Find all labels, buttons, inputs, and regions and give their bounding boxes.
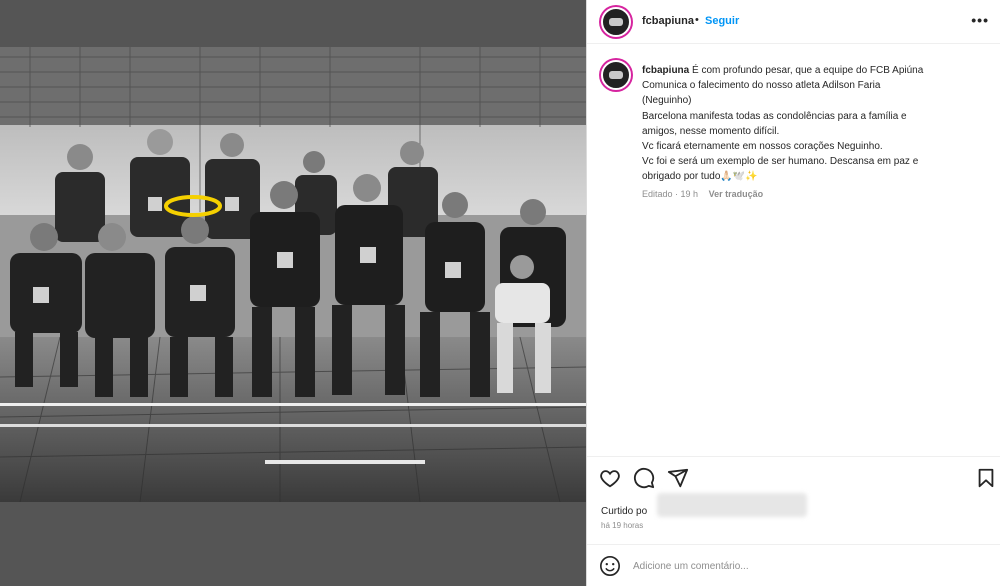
post-username[interactable]: fcbapiuna bbox=[642, 15, 694, 27]
bookmark-icon[interactable] bbox=[975, 467, 997, 489]
caption-line: fcbapiuna É com profundo pesar, que a eq… bbox=[642, 65, 924, 76]
separator-dot: • bbox=[695, 14, 699, 26]
caption-line: (Neguinho) bbox=[642, 95, 692, 107]
post-timestamp[interactable]: há 19 horas bbox=[601, 521, 643, 530]
avatar[interactable] bbox=[601, 7, 631, 37]
caption-age[interactable]: 19 h bbox=[681, 189, 699, 199]
caption-meta: Editado · 19 h Ver tradução bbox=[642, 189, 764, 199]
more-options-icon[interactable]: ••• bbox=[971, 12, 989, 28]
caption-text: fcbapiuna É com profundo pesar, que a eq… bbox=[642, 63, 987, 185]
edited-label: Editado bbox=[642, 189, 673, 199]
liked-by-blurred bbox=[657, 493, 807, 517]
caption-line: Vc ficará eternamente em nossos corações… bbox=[642, 141, 883, 153]
team-photo[interactable] bbox=[0, 47, 586, 502]
share-icon[interactable] bbox=[667, 467, 689, 489]
liked-by-text[interactable]: Curtido po bbox=[601, 506, 647, 517]
action-bar: Curtido po há 19 horas bbox=[587, 456, 1000, 544]
caption-area: fcbapiuna É com profundo pesar, que a eq… bbox=[587, 52, 1000, 452]
see-translation-link[interactable]: Ver tradução bbox=[709, 189, 764, 199]
caption-line: amigos, nesse momento difícil. bbox=[642, 125, 780, 137]
heart-icon[interactable] bbox=[599, 467, 621, 489]
follow-button[interactable]: Seguir bbox=[705, 15, 739, 27]
caption-avatar[interactable] bbox=[601, 60, 631, 90]
caption-line: obrigado por tudo🙏🏻🕊️✨ bbox=[642, 171, 758, 183]
comment-input[interactable] bbox=[633, 555, 933, 577]
caption-username[interactable]: fcbapiuna bbox=[642, 65, 689, 76]
comment-icon[interactable] bbox=[633, 467, 655, 489]
emoji-icon[interactable] bbox=[599, 555, 621, 577]
comment-bar bbox=[587, 544, 1000, 586]
caption-line: Barcelona manifesta todas as condolência… bbox=[642, 110, 907, 122]
post-media[interactable] bbox=[0, 0, 586, 586]
caption-line: Comunica o falecimento do nosso atleta A… bbox=[642, 80, 881, 92]
team-photo-image bbox=[0, 47, 586, 502]
post-header: fcbapiuna • Seguir ••• bbox=[587, 0, 1000, 44]
post-panel: fcbapiuna • Seguir ••• fcbapiuna É com p… bbox=[586, 0, 1000, 586]
caption-line: Vc foi e será um exemplo de ser humano. … bbox=[642, 156, 919, 168]
